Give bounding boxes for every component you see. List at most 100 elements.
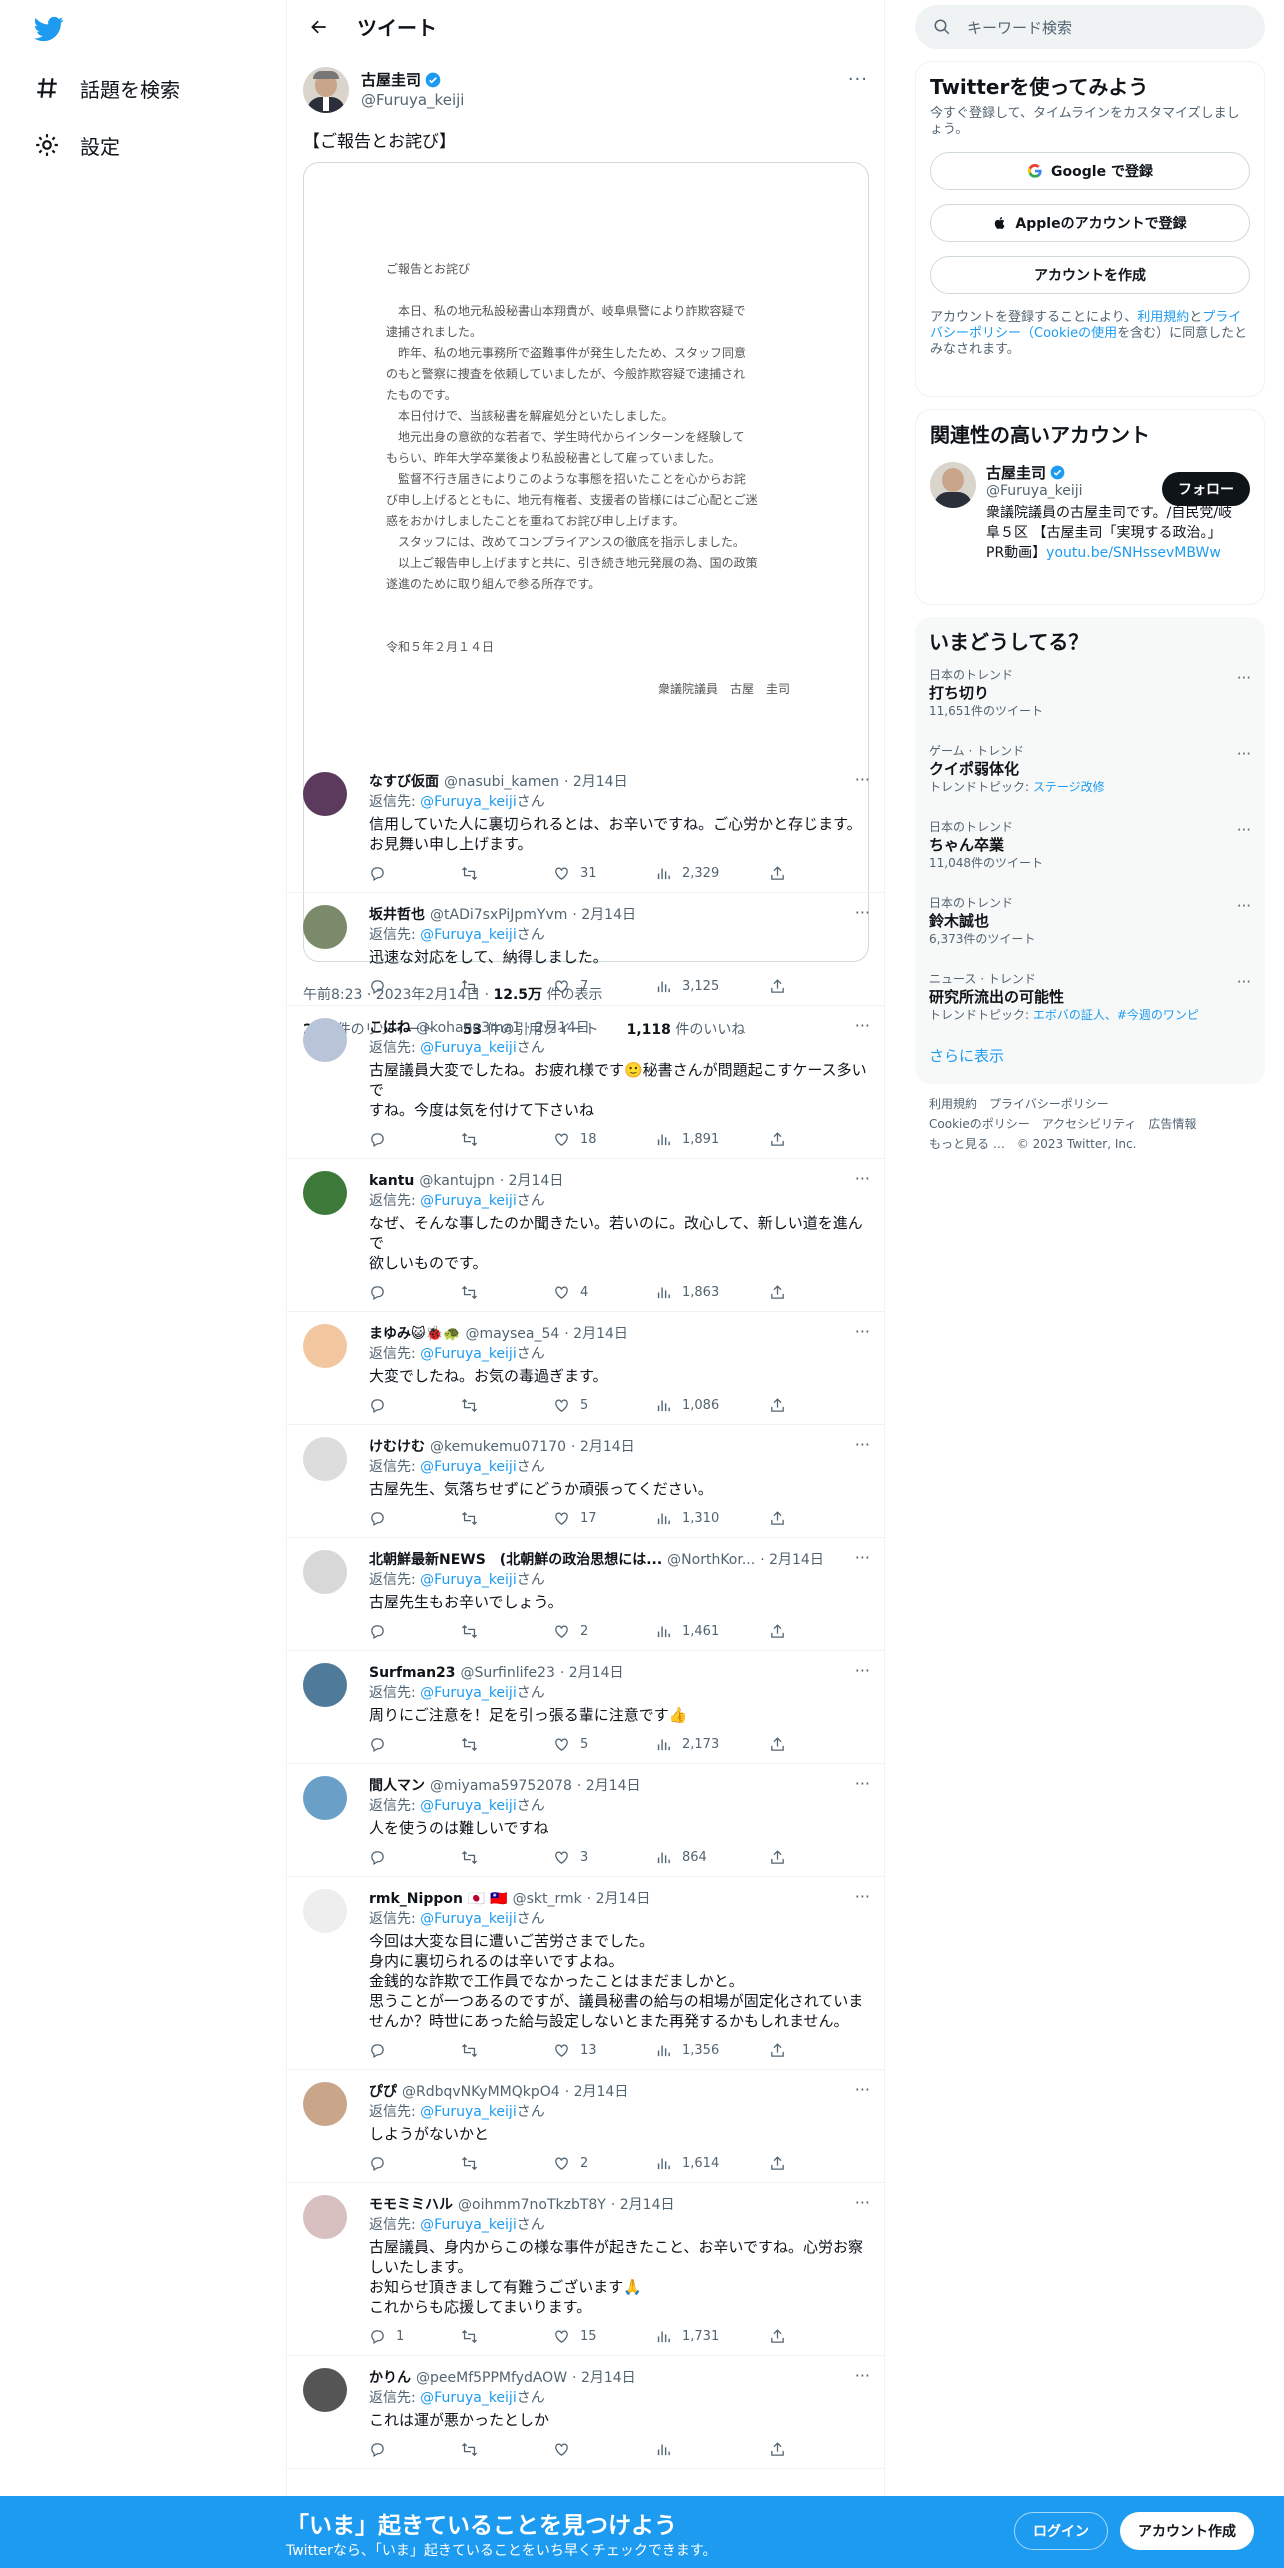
reply-tweet[interactable]: 間人マン @miyama59752078 · 2月14日 ··· 返信先: @Furuy… [287, 1764, 884, 1877]
reply-author-handle[interactable]: @tADi7sxPiJpmYvm [430, 905, 567, 925]
more-options-icon[interactable]: ··· [848, 69, 868, 90]
reply-tweet[interactable]: rmk_Nippon 🇯🇵 🇹🇼 @skt_rmk · 2月14日 ··· 返信先: @… [287, 1877, 884, 2070]
reply-author-handle[interactable]: @kohane3ma1 [416, 1018, 521, 1038]
more-options-icon[interactable]: ··· [855, 1661, 870, 1680]
more-options-icon[interactable]: ··· [855, 1322, 870, 1341]
reply-author-name[interactable]: 間人マン [369, 1776, 425, 1796]
reply-button[interactable] [369, 2042, 461, 2059]
more-options-icon[interactable]: ··· [1237, 669, 1251, 687]
reply-button[interactable] [369, 1510, 461, 1527]
reply-to-link[interactable]: @Furuya_keiji [420, 1572, 517, 1588]
more-options-icon[interactable]: ··· [855, 770, 870, 789]
reply-author-handle[interactable]: @kantujpn [419, 1171, 494, 1191]
reply-date[interactable]: · 2月14日 [611, 2195, 675, 2215]
views-button[interactable]: 1,461 [655, 1623, 769, 1640]
retweet-button[interactable] [461, 1736, 553, 1753]
reply-date[interactable]: · 2月14日 [571, 1437, 635, 1457]
trend-item[interactable]: 日本のトレンド 鈴木誠也 6,373件のツイート ··· [929, 883, 1251, 959]
reply-avatar[interactable] [303, 2195, 347, 2239]
reply-tweet[interactable]: Surfman23 @Surfinlife23 · 2月14日 ··· 返信先: @Fu… [287, 1651, 884, 1764]
like-button[interactable]: 13 [553, 2042, 655, 2059]
reply-author-handle[interactable]: @maysea_54 [465, 1324, 559, 1344]
reply-author-name[interactable]: まゆみ😺🐞🐢 [369, 1324, 460, 1344]
reply-tweet[interactable]: モモミミハル @oihmm7noTkzbT8Y · 2月14日 ··· 返信先: @Fu… [287, 2183, 884, 2356]
apple-signup-button[interactable]: Appleのアカウントで登録 [930, 204, 1250, 242]
share-button[interactable] [769, 2155, 786, 2172]
views-button[interactable] [655, 2441, 769, 2458]
like-button[interactable]: 15 [553, 2328, 655, 2345]
reply-avatar[interactable] [303, 1171, 347, 1215]
share-button[interactable] [769, 2042, 786, 2059]
more-options-icon[interactable]: ··· [855, 2193, 870, 2212]
reply-avatar[interactable] [303, 1663, 347, 1707]
related-name[interactable]: 古屋圭司 [986, 462, 1046, 483]
share-button[interactable] [769, 978, 786, 995]
author-name[interactable]: 古屋圭司 [361, 70, 421, 90]
reply-avatar[interactable] [303, 1776, 347, 1820]
reply-author-handle[interactable]: @RdbqvNKyMMQkpO4 [402, 2082, 560, 2102]
show-more-link[interactable]: さらに表示 [929, 1035, 1251, 1078]
reply-tweet[interactable]: かりん @peeMf5PPMfydAOW · 2月14日 ··· 返信先: @Furuy… [287, 2356, 884, 2469]
share-button[interactable] [769, 1736, 786, 1753]
reply-date[interactable]: · 2月14日 [564, 1324, 628, 1344]
share-button[interactable] [769, 1397, 786, 1414]
reply-to-link[interactable]: @Furuya_keiji [420, 2104, 517, 2120]
reply-to-link[interactable]: @Furuya_keiji [420, 1193, 517, 1209]
reply-tweet[interactable]: こはね @kohane3ma1 · 2月14日 ··· 返信先: @Furuya_kei… [287, 1006, 884, 1159]
share-button[interactable] [769, 1284, 786, 1301]
reply-avatar[interactable] [303, 1437, 347, 1481]
share-button[interactable] [769, 2328, 786, 2345]
retweet-button[interactable] [461, 865, 553, 882]
views-button[interactable]: 1,310 [655, 1510, 769, 1527]
share-button[interactable] [769, 1131, 786, 1148]
reply-to-link[interactable]: @Furuya_keiji [420, 1040, 517, 1056]
more-options-icon[interactable]: ··· [1237, 897, 1251, 915]
more-options-icon[interactable]: ··· [1237, 821, 1251, 839]
reply-author-name[interactable]: ぴぴ [369, 2082, 397, 2102]
twitter-logo-icon[interactable] [32, 14, 66, 44]
like-button[interactable]: 2 [553, 2155, 655, 2172]
reply-author-handle[interactable]: @nasubi_kamen [444, 772, 559, 792]
reply-date[interactable]: · 2月14日 [572, 905, 636, 925]
author-avatar[interactable] [303, 67, 349, 113]
more-options-icon[interactable]: ··· [855, 1548, 870, 1567]
more-options-icon[interactable]: ··· [855, 1169, 870, 1188]
terms-link[interactable]: 利用規約 [1137, 310, 1189, 325]
reply-button[interactable] [369, 1397, 461, 1414]
reply-author-handle[interactable]: @miyama59752078 [430, 1776, 572, 1796]
author-handle[interactable]: @Furuya_keiji [361, 90, 464, 110]
nav-explore[interactable]: 話題を検索 [34, 68, 180, 108]
reply-to-link[interactable]: @Furuya_keiji [420, 1798, 517, 1814]
retweet-button[interactable] [461, 1397, 553, 1414]
retweet-button[interactable] [461, 1131, 553, 1148]
reply-date[interactable]: · 2月14日 [526, 1018, 590, 1038]
reply-avatar[interactable] [303, 2082, 347, 2126]
reply-date[interactable]: · 2月14日 [587, 1889, 651, 1909]
share-button[interactable] [769, 865, 786, 882]
more-options-icon[interactable]: ··· [1237, 745, 1251, 763]
like-button[interactable]: 3 [553, 1849, 655, 1866]
reply-author-name[interactable]: 北朝鮮最新NEWS (北朝鮮の政治思想には... [369, 1550, 662, 1570]
more-options-icon[interactable]: ··· [855, 903, 870, 922]
views-button[interactable]: 1,356 [655, 2042, 769, 2059]
google-signup-button[interactable]: Google で登録 [930, 152, 1250, 190]
reply-tweet[interactable]: けむけむ @kemukemu07170 · 2月14日 ··· 返信先: @Furuya… [287, 1425, 884, 1538]
reply-tweet[interactable]: kantu @kantujpn · 2月14日 ··· 返信先: @Furuya_kei… [287, 1159, 884, 1312]
reply-author-name[interactable]: なすび仮面 [369, 772, 439, 792]
reply-author-handle[interactable]: @NorthKor... [667, 1550, 755, 1570]
follow-button[interactable]: フォロー [1162, 472, 1250, 506]
reply-to-link[interactable]: @Furuya_keiji [420, 1911, 517, 1927]
more-options-icon[interactable]: ··· [855, 2080, 870, 2099]
reply-to-link[interactable]: @Furuya_keiji [420, 1459, 517, 1475]
reply-avatar[interactable] [303, 1018, 347, 1062]
footer-line-2[interactable]: Cookieのポリシー アクセシビリティ 広告情報 [929, 1114, 1251, 1134]
reply-to-link[interactable]: @Furuya_keiji [420, 1685, 517, 1701]
views-button[interactable]: 1,731 [655, 2328, 769, 2345]
reply-author-handle[interactable]: @skt_rmk [513, 1889, 582, 1909]
reply-to-link[interactable]: @Furuya_keiji [420, 927, 517, 943]
reply-author-name[interactable]: rmk_Nippon 🇯🇵 🇹🇼 [369, 1889, 508, 1909]
reply-to-link[interactable]: @Furuya_keiji [420, 1346, 517, 1362]
reply-author-handle[interactable]: @oihmm7noTkzbT8Y [458, 2195, 606, 2215]
more-options-icon[interactable]: ··· [855, 2366, 870, 2385]
reply-avatar[interactable] [303, 1889, 347, 1933]
